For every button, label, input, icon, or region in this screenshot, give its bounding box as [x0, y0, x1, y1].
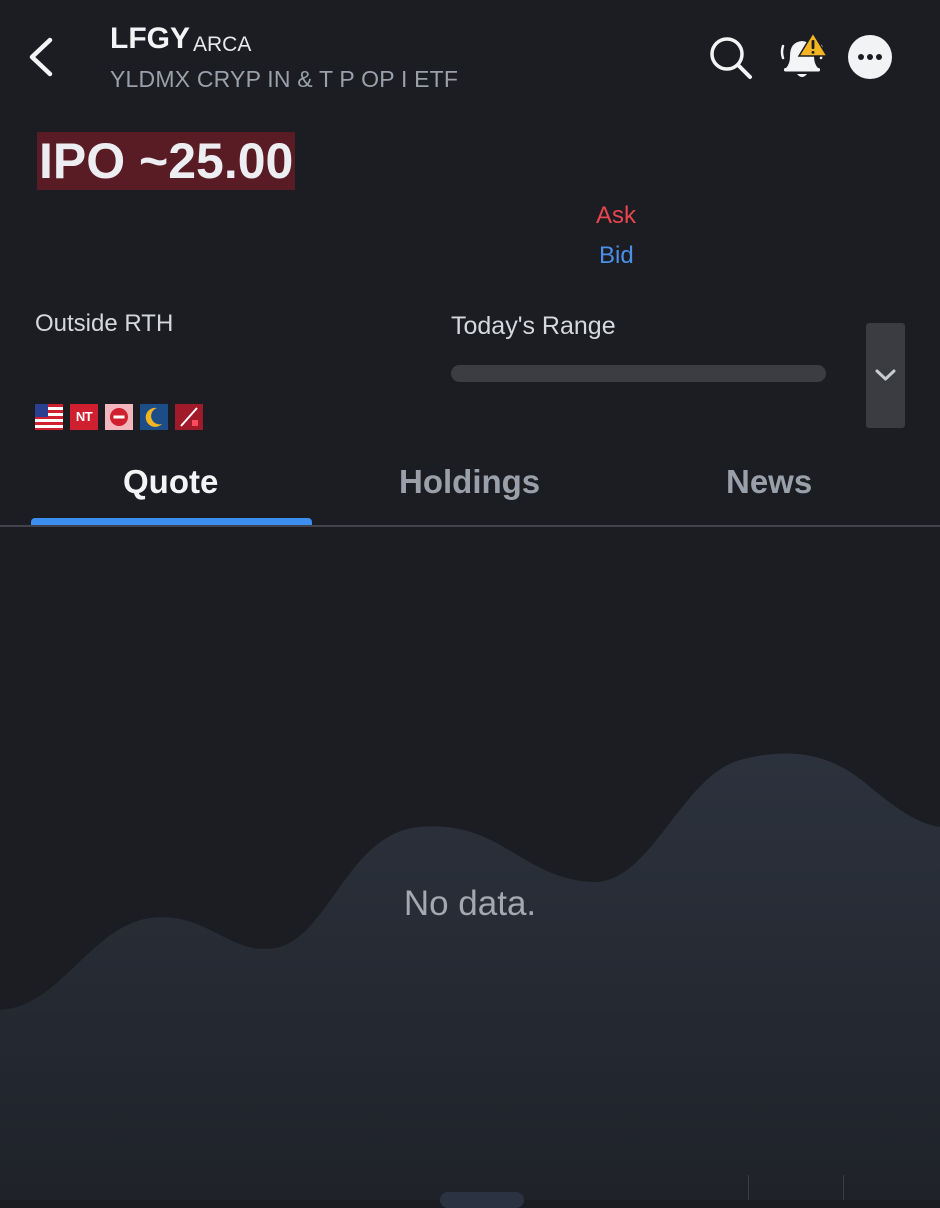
security-full-name: YLDMX CRYP IN & T P OP I ETF: [110, 66, 459, 92]
session-label: Outside RTH: [35, 310, 174, 337]
bottom-divider: [748, 1175, 749, 1200]
todays-range-label: Today's Range: [451, 312, 616, 340]
no-short-icon: [175, 404, 203, 430]
bell-alert-icon: [780, 31, 829, 77]
chevron-down-icon: [875, 369, 896, 381]
tab-quote[interactable]: Quote: [123, 463, 218, 501]
bottom-divider: [843, 1175, 844, 1200]
ticker-symbol: LFGY: [110, 22, 190, 55]
halt-icon: [105, 404, 133, 430]
search-icon: [710, 37, 752, 79]
ask-label: Ask: [596, 202, 637, 229]
nt-badge: NT: [70, 404, 98, 430]
bid-label: Bid: [599, 242, 634, 269]
bottom-handle[interactable]: [440, 1192, 524, 1208]
us-flag-icon: [35, 404, 63, 430]
tab-news[interactable]: News: [726, 463, 812, 501]
overnight-moon-icon: [140, 404, 168, 430]
back-button[interactable]: [22, 34, 62, 80]
todays-range-bar: [451, 365, 826, 382]
tab-holdings[interactable]: Holdings: [399, 463, 540, 501]
more-icon: [858, 54, 864, 60]
more-options-button[interactable]: [848, 35, 892, 79]
no-data-message: No data.: [403, 884, 537, 923]
price-alert-button[interactable]: [778, 31, 830, 82]
back-arrow-icon: [29, 37, 53, 77]
exchange-label: ARCA: [193, 33, 252, 56]
empty-state-illustration: [0, 753, 940, 1200]
expand-quote-button[interactable]: [866, 323, 905, 428]
ipo-price: IPO ~25.00: [37, 132, 296, 190]
search-button[interactable]: [706, 34, 754, 82]
